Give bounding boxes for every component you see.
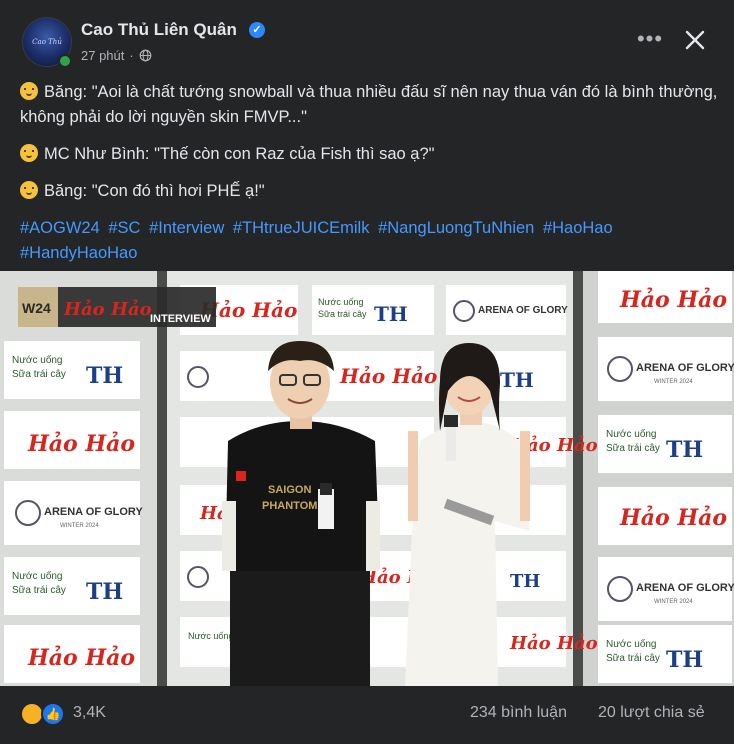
haohao-board: Hảo Hảo (619, 505, 727, 531)
haohao-board: Hảo Hảo (27, 431, 135, 457)
quote-text-3: Băng: "Con đó thì hơi PHẾ ạ!" (44, 182, 265, 200)
th-board-line1: Nước uống (318, 297, 363, 307)
aog-board: ARENA OF GLORY (478, 305, 568, 316)
hashtag-link[interactable]: #Interview (149, 219, 224, 237)
w24-badge: W24 (22, 300, 51, 316)
thinking-emoji-icon (20, 144, 38, 162)
quote-text-2: MC Như Bình: "Thế còn con Raz của Fish t… (44, 145, 435, 163)
th-board-logo: TH (666, 437, 703, 463)
th-board-logo: TH (510, 571, 540, 592)
reaction-icons[interactable]: 👍 (20, 702, 68, 726)
interview-photo-illustration: Nước uống Sữa trái cây TH Hảo Hảo ARENA … (0, 271, 734, 686)
more-options-button[interactable]: ••• (632, 26, 668, 56)
aog-board-sub: WINTER 2024 (60, 523, 99, 529)
haohao-board: Hảo Hảo (509, 632, 598, 654)
verified-badge-icon: ✓ (249, 22, 265, 38)
th-board-line1: Nước uống (606, 638, 657, 650)
post-header: Cao Thủ Cao Thủ Liên Quân ✓ 27 phút · ••… (0, 0, 734, 78)
th-board-line1: Nước uống (12, 570, 63, 582)
page-name-link[interactable]: Cao Thủ Liên Quân (81, 20, 237, 40)
quote-line-3: Băng: "Con đó thì hơi PHẾ ạ!" (20, 179, 720, 204)
post-meta: 27 phút · (81, 48, 152, 63)
close-icon[interactable] (677, 22, 713, 58)
hashtag-link[interactable]: #SC (108, 219, 140, 237)
post-time[interactable]: 27 phút (81, 48, 124, 63)
hashtag-link[interactable]: #AOGW24 (20, 219, 100, 237)
aog-board: ARENA OF GLORY (636, 362, 734, 374)
th-board-line2: Sữa trái cây (12, 585, 66, 596)
shirt-text-2: PHANTOM (262, 500, 317, 512)
avatar-logo-text: Cao Thủ (32, 38, 62, 46)
th-board-line2: Sữa trái cây (606, 443, 660, 454)
meta-separator: · (129, 48, 134, 63)
hashtag-link[interactable]: #HaoHao (543, 219, 613, 237)
share-count-link[interactable]: 20 lượt chia sẻ (598, 704, 705, 722)
quote-text-1: Băng: "Aoi là chất tướng snowball và thu… (20, 83, 718, 126)
aog-board-sub: WINTER 2024 (654, 379, 693, 385)
th-board-logo: TH (374, 302, 408, 326)
left-sponsor-column: Nước uống Sữa trái cây TH Hảo Hảo ARENA … (4, 341, 143, 683)
post-photo[interactable]: Nước uống Sữa trái cây TH Hảo Hảo ARENA … (0, 271, 734, 686)
hashtag-link[interactable]: #NangLuongTuNhien (378, 219, 534, 237)
interview-label: INTERVIEW (150, 313, 212, 325)
shirt-text-1: SAIGON (268, 484, 311, 496)
th-board-logo: TH (500, 368, 534, 392)
th-board-line1: Nước uống (12, 354, 63, 366)
aog-board-sub: WINTER 2024 (654, 599, 693, 605)
th-board-line2: Sữa trái cây (12, 369, 66, 380)
like-reaction-icon: 👍 (41, 702, 65, 726)
haohao-board: Hảo Hảo (619, 287, 727, 313)
comment-count-link[interactable]: 234 bình luận (470, 704, 567, 722)
quote-line-2: MC Như Bình: "Thế còn con Raz của Fish t… (20, 142, 720, 167)
haohao-board: Hảo Hảo (27, 645, 135, 671)
aog-board: ARENA OF GLORY (636, 582, 734, 594)
th-board-line1: Nước uống (606, 428, 657, 440)
hashtag-link[interactable]: #HandyHaoHao (20, 244, 137, 262)
interview-corner-banner: W24 Hảo Hảo INTERVIEW (18, 287, 216, 327)
hashtag-link[interactable]: #THtrueJUICEmilk (233, 219, 370, 237)
quote-line-1: Băng: "Aoi là chất tướng snowball và thu… (20, 80, 720, 130)
aog-board: ARENA OF GLORY (44, 506, 143, 518)
flushed-emoji-icon (20, 82, 38, 100)
hashtag-list: #AOGW24 #SC #Interview #THtrueJUICEmilk … (20, 216, 720, 266)
th-board-logo: TH (86, 579, 123, 605)
clown-emoji-icon (20, 181, 38, 199)
haohao-board: Hảo Hảo (339, 364, 437, 388)
th-board-line1: Nước uống (188, 631, 233, 641)
th-board-line2: Sữa trái cây (606, 653, 660, 664)
th-board-logo: TH (666, 647, 703, 673)
online-status-dot (58, 54, 72, 68)
th-board-logo: TH (86, 363, 123, 389)
corner-brand: Hảo Hảo (63, 298, 152, 320)
th-board-line2: Sữa trái cây (318, 309, 367, 319)
post-stats-bar: 👍 3,4K 234 bình luận 20 lượt chia sẻ (0, 686, 734, 744)
post-body: Băng: "Aoi là chất tướng snowball và thu… (20, 80, 720, 266)
reaction-count[interactable]: 3,4K (73, 704, 106, 722)
globe-icon (139, 49, 152, 62)
